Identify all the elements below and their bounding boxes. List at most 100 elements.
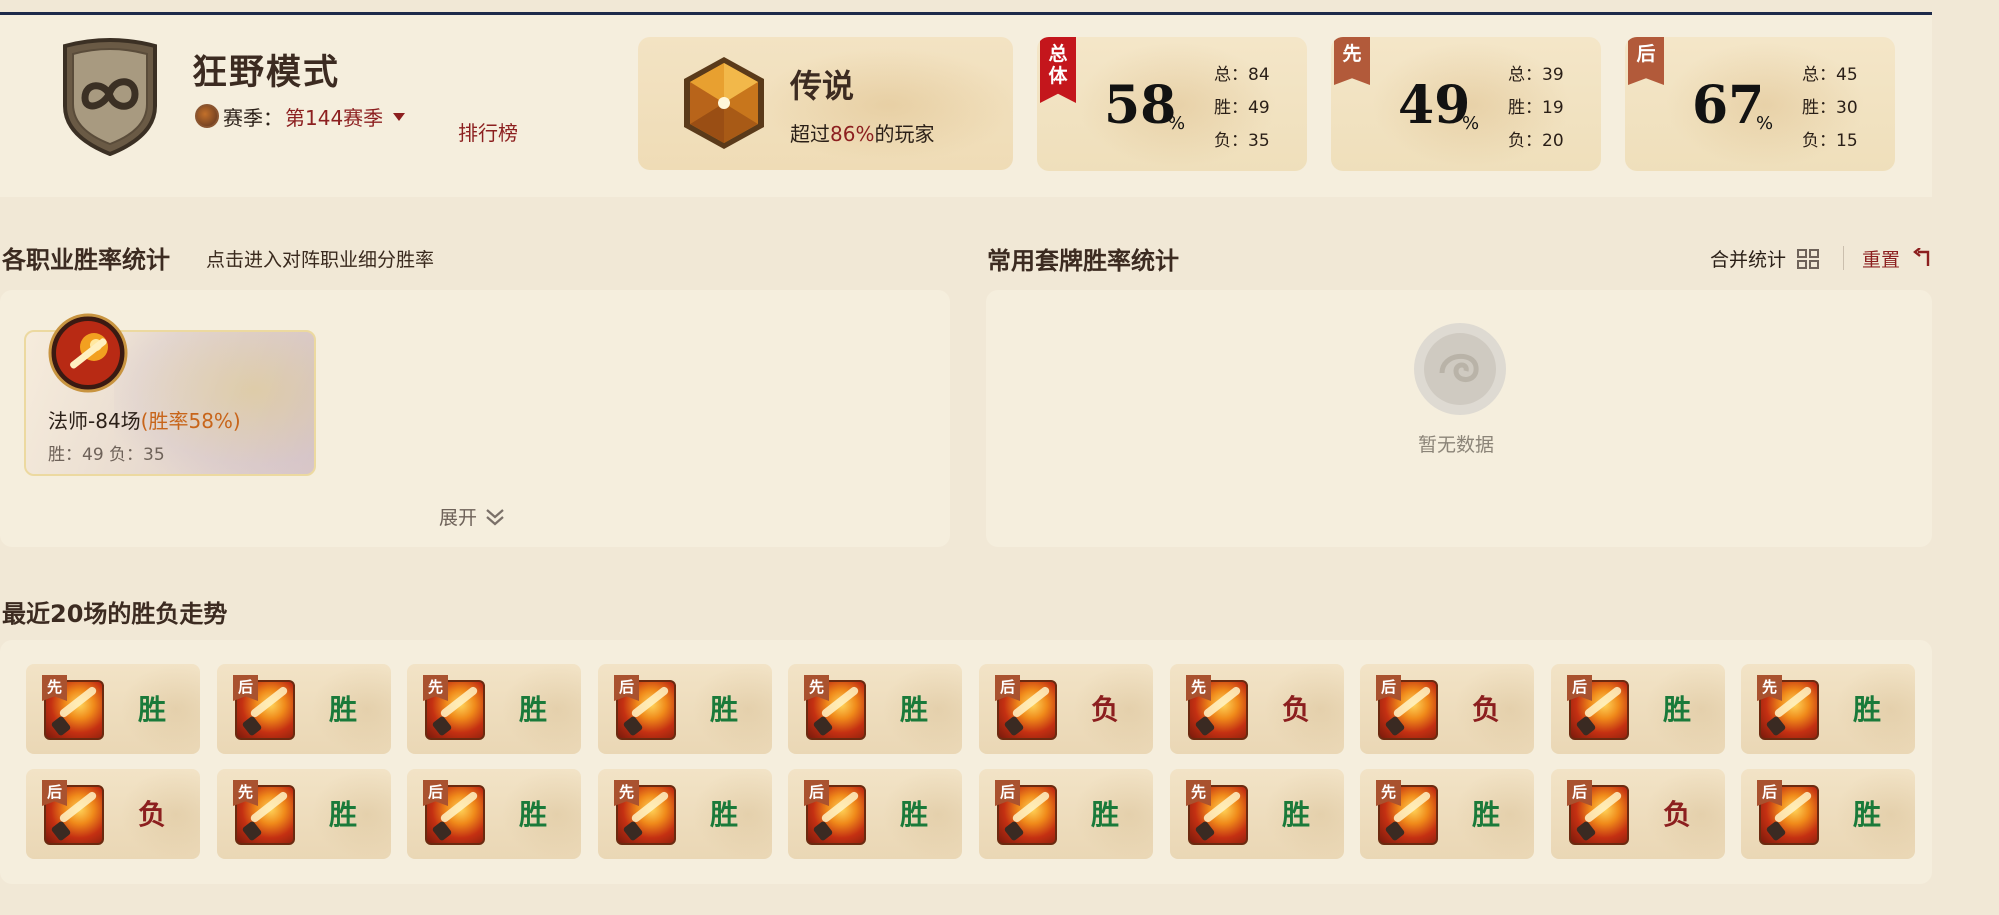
game-result: 负 bbox=[1282, 693, 1311, 726]
first-winrate-percent-sign: % bbox=[1462, 113, 1480, 134]
recent-game-tile[interactable]: 后胜 bbox=[407, 769, 581, 859]
expand-label: 展开 bbox=[439, 507, 478, 529]
recent-game-tile[interactable]: 后胜 bbox=[217, 664, 391, 754]
game-result: 胜 bbox=[519, 693, 548, 726]
rank-percentile-prefix: 超过 bbox=[790, 122, 830, 146]
overall-total: 总：84 bbox=[1214, 65, 1270, 85]
class-card-name: 法师-84场 bbox=[48, 409, 141, 433]
reset-label: 重置 bbox=[1862, 249, 1901, 271]
overall-stat-lines: 总：84 胜：49 负：35 bbox=[1214, 59, 1270, 158]
caret-down-icon[interactable] bbox=[393, 113, 406, 121]
second-ribbon-label: 后 bbox=[1636, 43, 1656, 65]
deck-section-title: 常用套牌胜率统计 bbox=[987, 247, 1179, 275]
overall-losses: 负：35 bbox=[1214, 131, 1270, 151]
recent-game-tile[interactable]: 后胜 bbox=[1741, 769, 1915, 859]
first-stat-lines: 总：39 胜：19 负：20 bbox=[1508, 59, 1564, 158]
second-wins: 胜：30 bbox=[1802, 98, 1858, 118]
recent-game-tile[interactable]: 后胜 bbox=[788, 769, 962, 859]
rank-percentile: 超过86%的玩家 bbox=[790, 118, 934, 147]
class-card-record: 胜：49 负：35 bbox=[48, 445, 165, 465]
mode-title: 狂野模式 bbox=[192, 53, 341, 93]
recent-game-tile[interactable]: 先胜 bbox=[788, 664, 962, 754]
season-label: 赛季： bbox=[223, 105, 283, 130]
game-result: 胜 bbox=[1091, 798, 1120, 831]
class-section-title: 各职业胜率统计 bbox=[2, 246, 170, 274]
second-stat-lines: 总：45 胜：30 负：15 bbox=[1802, 59, 1858, 158]
season-icon bbox=[195, 104, 219, 128]
recent-game-tile[interactable]: 先胜 bbox=[217, 769, 391, 859]
recent-game-tile[interactable]: 后胜 bbox=[1551, 664, 1725, 754]
recent-game-tile[interactable]: 先胜 bbox=[1170, 769, 1344, 859]
legend-rank-gem-icon bbox=[684, 57, 764, 149]
merge-stats-button[interactable]: 合并统计 bbox=[1710, 245, 1820, 272]
game-result: 胜 bbox=[1472, 798, 1501, 831]
overall-wins: 胜：49 bbox=[1214, 98, 1270, 118]
second-stat-card: 后 67 % 总：45 胜：30 负：15 bbox=[1625, 37, 1895, 171]
recent-game-tile[interactable]: 先胜 bbox=[598, 769, 772, 859]
wild-mode-emblem-icon bbox=[63, 38, 157, 156]
second-ribbon: 后 bbox=[1628, 37, 1664, 85]
game-result: 胜 bbox=[1663, 693, 1692, 726]
overall-stat-card: 总体 58 % 总：84 胜：49 负：35 bbox=[1037, 37, 1307, 171]
season-value[interactable]: 第144赛季 bbox=[285, 102, 383, 131]
rank-card: 传说 超过86%的玩家 bbox=[638, 37, 1013, 170]
game-result: 负 bbox=[1091, 693, 1120, 726]
game-result: 胜 bbox=[1282, 798, 1311, 831]
first-total: 总：39 bbox=[1508, 65, 1564, 85]
recent-game-tile[interactable]: 后负 bbox=[1551, 769, 1725, 859]
recent-game-tile[interactable]: 先负 bbox=[1170, 664, 1344, 754]
rank-percentile-suffix: 的玩家 bbox=[874, 122, 935, 146]
class-section-hint: 点击进入对阵职业细分胜率 bbox=[206, 249, 435, 271]
merge-stats-label: 合并统计 bbox=[1710, 249, 1787, 271]
game-result: 胜 bbox=[519, 798, 548, 831]
empty-state-text: 暂无数据 bbox=[1418, 434, 1495, 456]
recent-section-title: 最近20场的胜负走势 bbox=[2, 600, 228, 628]
toolbar-divider bbox=[1843, 246, 1844, 270]
second-total: 总：45 bbox=[1802, 65, 1858, 85]
overall-ribbon-label: 总体 bbox=[1048, 43, 1068, 87]
game-result: 胜 bbox=[710, 693, 739, 726]
mage-class-emblem-icon bbox=[48, 313, 128, 393]
first-wins: 胜：19 bbox=[1508, 98, 1564, 118]
ranking-link[interactable]: 排行榜 bbox=[458, 117, 518, 146]
second-losses: 负：15 bbox=[1802, 131, 1858, 151]
double-chevron-down-icon bbox=[486, 508, 504, 525]
recent-game-tile[interactable]: 先胜 bbox=[26, 664, 200, 754]
empty-state-icon bbox=[1414, 323, 1506, 415]
overall-winrate: 58 bbox=[1104, 75, 1177, 136]
recent-game-tile[interactable]: 后负 bbox=[26, 769, 200, 859]
recent-game-tile[interactable]: 先胜 bbox=[407, 664, 581, 754]
merge-grid-icon bbox=[1797, 248, 1820, 269]
second-winrate-percent-sign: % bbox=[1756, 113, 1774, 134]
expand-button[interactable]: 展开 bbox=[439, 503, 505, 530]
recent-game-tile[interactable]: 后胜 bbox=[979, 769, 1153, 859]
first-winrate: 49 bbox=[1398, 75, 1471, 136]
first-losses: 负：20 bbox=[1508, 131, 1564, 151]
class-card-title: 法师-84场(胜率58%) bbox=[48, 405, 241, 434]
season-selector[interactable]: 赛季： 第144赛季 bbox=[195, 101, 406, 131]
game-result: 胜 bbox=[900, 798, 929, 831]
game-result: 胜 bbox=[710, 798, 739, 831]
second-winrate: 67 bbox=[1692, 75, 1765, 136]
game-result: 胜 bbox=[900, 693, 929, 726]
game-result: 负 bbox=[1663, 798, 1692, 831]
game-result: 胜 bbox=[1853, 798, 1882, 831]
rank-title: 传说 bbox=[790, 67, 855, 105]
game-result: 胜 bbox=[1853, 693, 1882, 726]
recent-game-tile[interactable]: 先胜 bbox=[1741, 664, 1915, 754]
recent-game-tile[interactable]: 先胜 bbox=[1360, 769, 1534, 859]
class-card-winrate: (胜率58%) bbox=[140, 409, 241, 433]
game-result: 胜 bbox=[138, 693, 167, 726]
first-stat-card: 先 49 % 总：39 胜：19 负：20 bbox=[1331, 37, 1601, 171]
first-ribbon-label: 先 bbox=[1342, 43, 1362, 65]
recent-game-tile[interactable]: 后负 bbox=[1360, 664, 1534, 754]
reset-button[interactable]: 重置 bbox=[1862, 245, 1932, 272]
overall-winrate-percent-sign: % bbox=[1168, 113, 1186, 134]
game-result: 胜 bbox=[329, 693, 358, 726]
first-ribbon: 先 bbox=[1334, 37, 1370, 85]
recent-game-tile[interactable]: 后负 bbox=[979, 664, 1153, 754]
recent-game-tile[interactable]: 后胜 bbox=[598, 664, 772, 754]
reset-arrow-icon bbox=[1913, 247, 1930, 266]
rank-percentile-value: 86% bbox=[830, 122, 875, 146]
game-result: 负 bbox=[138, 798, 167, 831]
